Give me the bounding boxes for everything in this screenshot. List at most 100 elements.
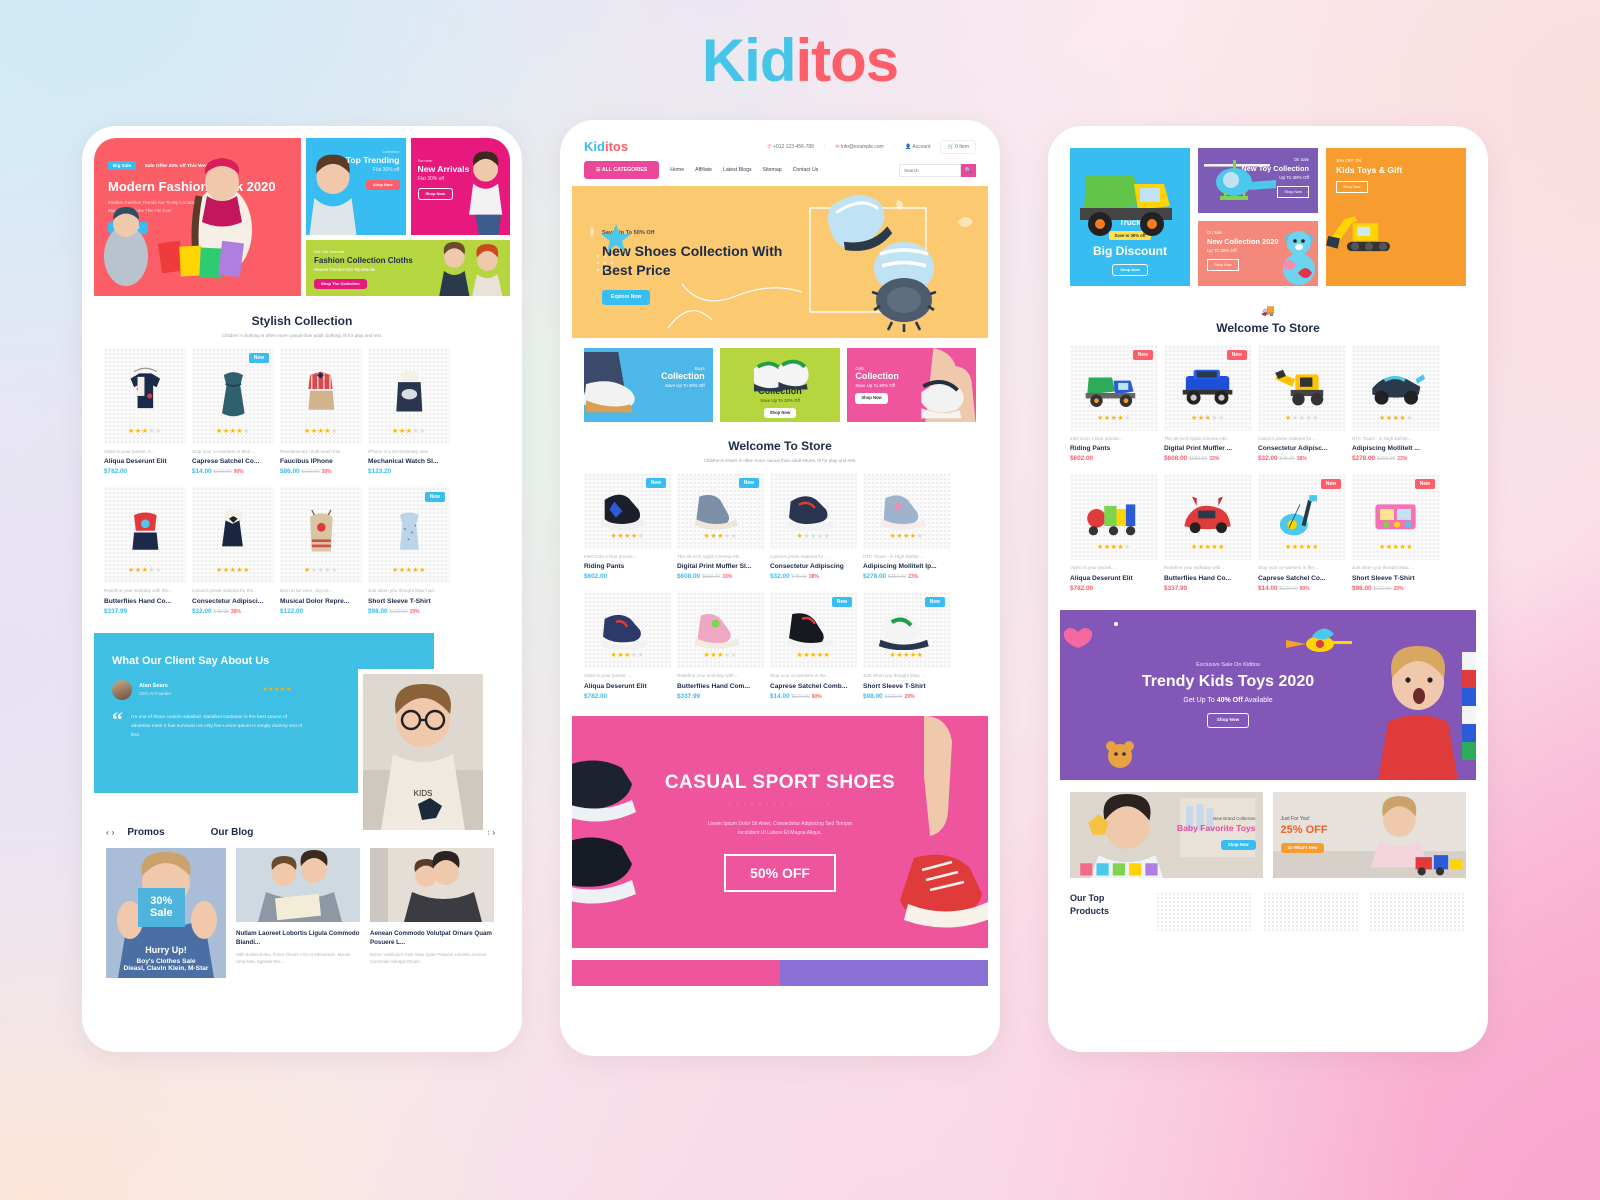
p1-card-top-trending[interactable]: Collection Top Trending Flat 30% off Sho… [306, 138, 406, 235]
product-thumbnail[interactable]: New ★★★★★ [677, 473, 764, 549]
nav-link-home[interactable]: Home [670, 167, 684, 173]
product-name[interactable]: Digital Print Muffler Sl... [677, 563, 764, 570]
product-card[interactable]: ★★★★★ Video in your pocket. It... Aliqua D… [104, 348, 186, 475]
product-card[interactable]: ★★★★★ HTC Touch - in High Definit... Adipi… [1352, 345, 1440, 462]
product-name[interactable]: Butterflies Hand Com... [677, 683, 764, 690]
nav-link-sitemap[interactable]: Sitemap [763, 167, 782, 173]
product-card[interactable]: New ★★★★★ Just when you thought iMac had .… [368, 487, 450, 615]
product-name[interactable]: Caprese Satchel Co... [192, 458, 274, 465]
product-card[interactable]: ★★★★★ HTC Touch - in High Definit... Adipi… [863, 473, 950, 580]
p2-email-info[interactable]: ✉ info@example.com [835, 144, 883, 150]
p3-promo-just-for-you[interactable]: Just For You! 25% OFF So What's New [1272, 791, 1467, 878]
p2-phone-info[interactable]: ✆ +012 123-456-789 [767, 144, 814, 150]
product-thumbnail[interactable]: New ★★★★★ [584, 473, 671, 549]
product-card[interactable]: New ★★★★★ Just when you thought iMac ... Sh… [863, 592, 950, 700]
product-card[interactable]: ★★★★★ Canon's press material for ... Conse… [1258, 345, 1346, 462]
nav-link-affiliate[interactable]: Affiliate [695, 167, 712, 173]
product-thumbnail[interactable]: ★★★★★ [280, 348, 362, 444]
product-card[interactable]: ★★★★★ Redefine your workday with ... Butte… [677, 592, 764, 700]
p3-promo2-cta[interactable]: So What's New [1280, 842, 1325, 854]
p2-cart[interactable]: 🛒 0 Item [940, 139, 976, 154]
product-card[interactable]: ★★★★★ Canon's press material for ... Conse… [770, 473, 857, 580]
p1-card-new-arrivals[interactable]: Summer New Arrivals Flat 30% off Shop No… [410, 138, 510, 235]
product-thumbnail[interactable]: ★★★★★ [104, 487, 186, 584]
p3-trendy-cta[interactable]: Shop Now [1206, 713, 1250, 728]
p1-blog-arrows[interactable]: ‹› [487, 828, 498, 837]
product-name[interactable]: Short Sleeve T-Shirt [863, 683, 950, 690]
product-name[interactable]: Consectetur Adipisc... [1258, 445, 1346, 452]
p2-sport-offer[interactable]: 50% OFF [724, 853, 836, 892]
product-thumbnail[interactable]: ★★★★★ [1070, 474, 1158, 561]
product-name[interactable]: Riding Pants [584, 563, 671, 570]
product-name[interactable]: Aliqua Deserunt Elit [584, 683, 671, 690]
p3-banner-toy[interactable]: On Sale New Toy Collection Up To 30% Off… [1198, 148, 1318, 213]
product-name[interactable]: Short Sleeve T-Shirt [1352, 575, 1440, 582]
product-card[interactable]: ★★★★★ Video in your pocket. ... Aliqua Des… [1070, 474, 1158, 592]
product-name[interactable]: Consectetur Adipiscing [770, 563, 857, 570]
product-thumbnail[interactable]: ★★★★★ [280, 487, 362, 584]
p2-account-link[interactable]: 👤 Account [905, 144, 930, 150]
product-card[interactable]: New ★★★★★ The 30-inch Apple Cinema HD... Di… [1164, 345, 1252, 462]
product-thumbnail[interactable]: ★★★★★ [770, 473, 857, 549]
list-item[interactable]: Aenean Commodo Volutpat Ornare Quam Posu… [370, 847, 494, 978]
p3-top-card-2[interactable] [1262, 891, 1360, 932]
product-thumbnail[interactable]: New ★★★★★ [192, 348, 274, 444]
product-thumbnail[interactable]: ★★★★★ [1164, 474, 1252, 561]
p1-trending-cta[interactable]: Shop Now [365, 180, 400, 190]
product-name[interactable]: Adipiscing Mollitelt ... [1352, 445, 1440, 452]
product-thumbnail[interactable]: ★★★★★ [1258, 345, 1346, 431]
p3-banner-bear[interactable]: On Sale New Collection 2020 Up To 30% Of… [1198, 221, 1318, 286]
product-card[interactable]: New ★★★★★ Stop your co-workers in the... Ca… [1258, 474, 1346, 592]
product-name[interactable]: Faucibus IPhone [280, 458, 362, 465]
chevron-right-icon[interactable]: › [112, 828, 118, 837]
p2-logo[interactable]: Kiditos [584, 139, 628, 154]
p3-promo-baby-toys[interactable]: New Brand Collection Baby Favorite Toys … [1070, 791, 1264, 878]
product-card[interactable]: ★★★★★ Canon's press material for the... Co… [192, 487, 274, 615]
nav-link-contact-us[interactable]: Contact Us [793, 167, 819, 173]
product-name[interactable]: Digital Print Muffler ... [1164, 445, 1252, 452]
p1-card-fashion-collection[interactable]: Hot The Summer Fashion Collection Cloths… [306, 240, 510, 296]
product-thumbnail[interactable]: ★★★★★ [677, 592, 764, 669]
p2-collection-girls-pink[interactable]: Girls Collection Save Up To 30% Off Shop… [847, 348, 977, 422]
p2-collection-boys-blue[interactable]: Boys Collection Save Up To 30% Off Shop … [584, 348, 713, 422]
product-thumbnail[interactable]: ★★★★★ [863, 473, 950, 549]
p1-fashion-cta[interactable]: Shop The Collection [314, 279, 367, 289]
product-name[interactable]: Consectetur Adipisci... [192, 598, 274, 605]
product-name[interactable]: Caprese Satchel Comb... [770, 683, 857, 690]
product-thumbnail[interactable]: New ★★★★★ [368, 487, 450, 584]
product-name[interactable]: Musical Dolor Repre... [280, 598, 362, 605]
chevron-right-icon[interactable]: › [492, 828, 498, 837]
product-name[interactable]: Butterflies Hand Co... [1164, 575, 1252, 582]
p2-collection-boys-green[interactable]: Boys Collection Save Up To 30% Off Shop … [719, 348, 841, 422]
product-thumbnail[interactable]: ★★★★★ [368, 348, 450, 444]
p3-top-card-3[interactable] [1369, 891, 1467, 932]
p3-banner-gift[interactable]: 30% OFF ON Kids Toys & Gift Shop Now [1326, 148, 1466, 286]
search-button[interactable]: 🔍 [961, 163, 976, 177]
product-thumbnail[interactable]: New ★★★★★ [770, 592, 857, 669]
p3-promo1-cta[interactable]: Shop Now [1221, 839, 1256, 851]
product-thumbnail[interactable]: ★★★★★ [1352, 345, 1440, 431]
product-name[interactable]: Caprese Satchel Co... [1258, 575, 1346, 582]
product-card[interactable]: New ★★★★★ Just when you thought iMac ... Sh… [1352, 474, 1440, 592]
product-name[interactable]: Riding Pants [1070, 445, 1158, 452]
product-card[interactable]: ★★★★★ iPhone is a revolutionary new ... Me… [368, 348, 450, 475]
product-card[interactable]: ★★★★★ Redefine your workday with ... Butte… [1164, 474, 1252, 592]
list-item[interactable]: Nullam Laoreet Lobortis Ligula Commodo B… [236, 847, 360, 978]
nav-link-latest-blogs[interactable]: Latest Blogs [723, 167, 752, 173]
product-card[interactable]: ★★★★★ Revolutionary multi-touch inte... Fa… [280, 348, 362, 475]
product-name[interactable]: Short Sleeve T-Shirt [368, 598, 450, 605]
product-card[interactable]: New ★★★★★ Stop your co-workers in the... Ca… [770, 592, 857, 700]
p3-gift-cta[interactable]: Shop Now [1336, 181, 1368, 193]
product-thumbnail[interactable]: New ★★★★★ [1352, 474, 1440, 561]
product-name[interactable]: Aliqua Deserunt Elit [104, 458, 186, 465]
product-name[interactable]: Butterflies Hand Co... [104, 598, 186, 605]
p1-promos-arrows[interactable]: ‹› [106, 828, 117, 837]
p3-banner-truck[interactable]: Truck Save to 30% off Big Discount Shop … [1070, 148, 1190, 286]
product-name[interactable]: Mechanical Watch Sl... [368, 458, 450, 465]
product-name[interactable]: Adipiscing Mollitelt Ip... [863, 563, 950, 570]
product-thumbnail[interactable]: New ★★★★★ [863, 592, 950, 669]
p3-top-card-1[interactable] [1156, 891, 1253, 932]
product-thumbnail[interactable]: ★★★★★ [192, 487, 274, 584]
product-thumbnail[interactable]: New ★★★★★ [1258, 474, 1346, 561]
p2-all-categories-button[interactable]: ☰ ALL CATEGORIES [584, 161, 660, 179]
